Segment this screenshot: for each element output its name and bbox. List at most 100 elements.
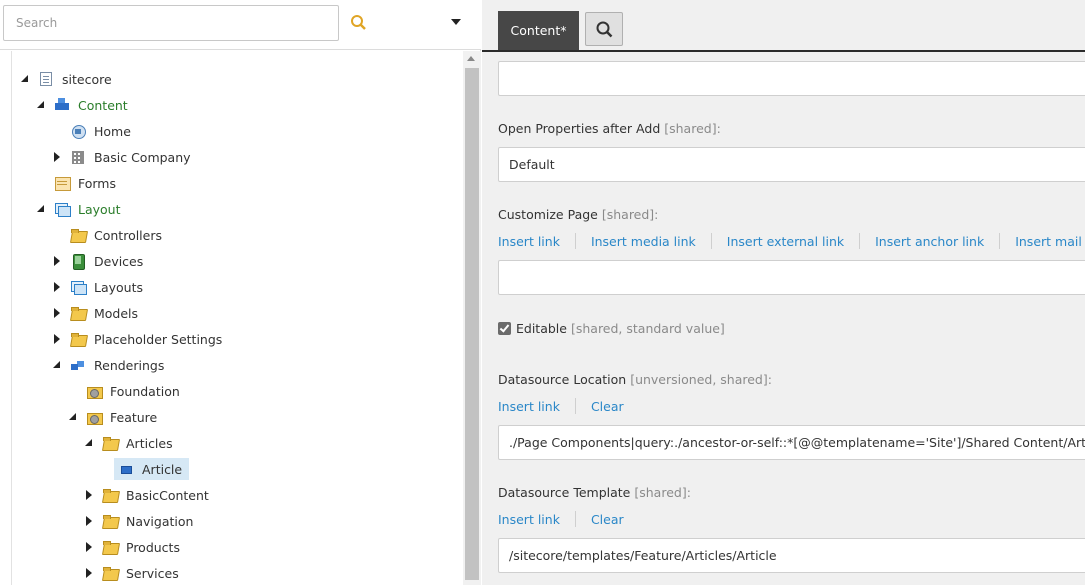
tree-node-articles[interactable]: Articles (84, 432, 180, 454)
collapse-toggle-icon[interactable] (84, 568, 94, 578)
page-icon (40, 72, 52, 86)
insert-mail-address-link-button[interactable]: Insert mail address link (1015, 234, 1085, 249)
layouts-icon (70, 279, 87, 295)
tree-node-article-selected[interactable]: Article (114, 458, 190, 480)
expand-toggle-icon[interactable] (68, 412, 78, 422)
datasource-location-label: Datasource Location [unversioned, shared… (498, 372, 772, 387)
editable-meta: [shared, standard value] (570, 321, 725, 336)
feature-folder-icon (86, 409, 103, 425)
tree-scrollbar-thumb[interactable] (465, 68, 479, 580)
open-properties-select[interactable]: Default (498, 147, 1085, 182)
datasource-template-link-bar: Insert link Clear (498, 511, 624, 527)
editable-checkbox[interactable] (498, 322, 511, 335)
open-properties-value: Default (509, 157, 555, 172)
tree-node-models[interactable]: Models (52, 302, 145, 324)
tree-node-devices[interactable]: Devices (52, 250, 150, 272)
tree-node-layouts[interactable]: Layouts (52, 276, 150, 298)
link-separator (574, 398, 576, 414)
folder-icon (102, 487, 118, 503)
tree-search-bar (0, 0, 481, 50)
item-editor-panel: Content* Open Properties after Add [shar… (482, 0, 1085, 585)
search-tab-button[interactable] (585, 12, 623, 46)
expand-toggle-icon[interactable] (84, 438, 94, 448)
datasource-template-input[interactable]: /sitecore/templates/Feature/Articles/Art… (498, 538, 1085, 573)
open-properties-label: Open Properties after Add [shared]: (498, 121, 721, 136)
collapse-toggle-icon[interactable] (84, 490, 94, 500)
expand-toggle-icon[interactable] (36, 204, 46, 214)
device-icon (70, 253, 86, 270)
datasource-template-label: Datasource Template [shared]: (498, 485, 691, 500)
building-icon (70, 149, 86, 165)
collapse-toggle-icon[interactable] (52, 334, 62, 344)
tree-node-controllers[interactable]: Controllers (52, 224, 169, 246)
insert-link-button[interactable]: Insert link (498, 234, 560, 249)
gear-folder-icon (86, 383, 103, 399)
customize-page-input[interactable] (498, 260, 1085, 295)
folder-icon (102, 435, 118, 451)
folder-icon (70, 305, 86, 321)
collapse-toggle-icon[interactable] (52, 256, 62, 266)
datasource-location-link-bar: Insert link Clear (498, 398, 624, 414)
datasource-location-value: ./Page Components|query:./ancestor-or-se… (509, 435, 1085, 450)
tree-node-content[interactable]: Content (36, 94, 135, 116)
collapse-toggle-icon[interactable] (84, 542, 94, 552)
tree-node-navigation[interactable]: Navigation (84, 510, 200, 532)
folder-icon (102, 565, 118, 581)
content-tree-panel: sitecore Content Home Basic Company Form… (0, 0, 481, 585)
collapse-toggle-icon[interactable] (52, 282, 62, 292)
content-tree: sitecore Content Home Basic Company Form… (0, 51, 463, 585)
editable-label: Editable (516, 321, 567, 336)
scroll-up-arrow-icon[interactable] (467, 56, 475, 61)
tree-node-foundation[interactable]: Foundation (68, 380, 187, 402)
insert-link-button[interactable]: Insert link (498, 512, 560, 527)
link-separator (574, 233, 576, 249)
search-icon[interactable] (348, 12, 370, 34)
tree-guide-line (11, 51, 12, 585)
expand-toggle-icon[interactable] (52, 360, 62, 370)
expand-toggle-icon[interactable] (36, 100, 46, 110)
datasource-template-value: /sitecore/templates/Feature/Articles/Art… (509, 548, 777, 563)
datasource-location-input[interactable]: ./Page Components|query:./ancestor-or-se… (498, 425, 1085, 460)
customize-page-label: Customize Page [shared]: (498, 207, 659, 222)
expand-toggle-icon[interactable] (20, 74, 30, 84)
customize-page-link-bar: Insert link Insert media link Insert ext… (498, 233, 1085, 249)
tree-node-services[interactable]: Services (84, 562, 186, 584)
previous-field-input[interactable] (498, 61, 1085, 96)
search-options-dropdown[interactable] (446, 14, 466, 32)
link-separator (710, 233, 712, 249)
tree-node-home[interactable]: Home (52, 120, 138, 142)
tab-content[interactable]: Content* (498, 11, 579, 50)
tree-node-basiccontent[interactable]: BasicContent (84, 484, 216, 506)
content-cubes-icon (54, 97, 70, 113)
tree-node-layout[interactable]: Layout (36, 198, 128, 220)
layout-icon (54, 201, 71, 217)
tree-node-forms[interactable]: Forms (36, 172, 123, 194)
forms-icon (54, 175, 71, 191)
link-separator (574, 511, 576, 527)
collapse-toggle-icon[interactable] (84, 516, 94, 526)
tree-node-placeholder-settings[interactable]: Placeholder Settings (52, 328, 229, 350)
collapse-toggle-icon[interactable] (52, 308, 62, 318)
link-separator (999, 233, 1001, 249)
search-input[interactable] (3, 5, 339, 41)
tree-node-renderings[interactable]: Renderings (52, 354, 171, 376)
insert-anchor-link-button[interactable]: Insert anchor link (875, 234, 984, 249)
insert-external-link-button[interactable]: Insert external link (727, 234, 844, 249)
editable-checkbox-row: Editable [shared, standard value] (498, 321, 725, 336)
tree-node-sitecore[interactable]: sitecore (20, 68, 119, 90)
collapse-toggle-icon[interactable] (52, 152, 62, 162)
rendering-item-icon (118, 461, 134, 477)
clear-button[interactable]: Clear (591, 512, 624, 527)
folder-icon (102, 513, 118, 529)
folder-icon (70, 331, 86, 347)
folder-icon (102, 539, 118, 555)
link-separator (859, 233, 861, 249)
insert-link-button[interactable]: Insert link (498, 399, 560, 414)
renderings-icon (70, 357, 86, 373)
insert-media-link-button[interactable]: Insert media link (591, 234, 696, 249)
home-icon (70, 123, 86, 139)
tree-node-basic-company[interactable]: Basic Company (52, 146, 198, 168)
clear-button[interactable]: Clear (591, 399, 624, 414)
tree-node-products[interactable]: Products (84, 536, 187, 558)
tree-node-feature[interactable]: Feature (68, 406, 164, 428)
